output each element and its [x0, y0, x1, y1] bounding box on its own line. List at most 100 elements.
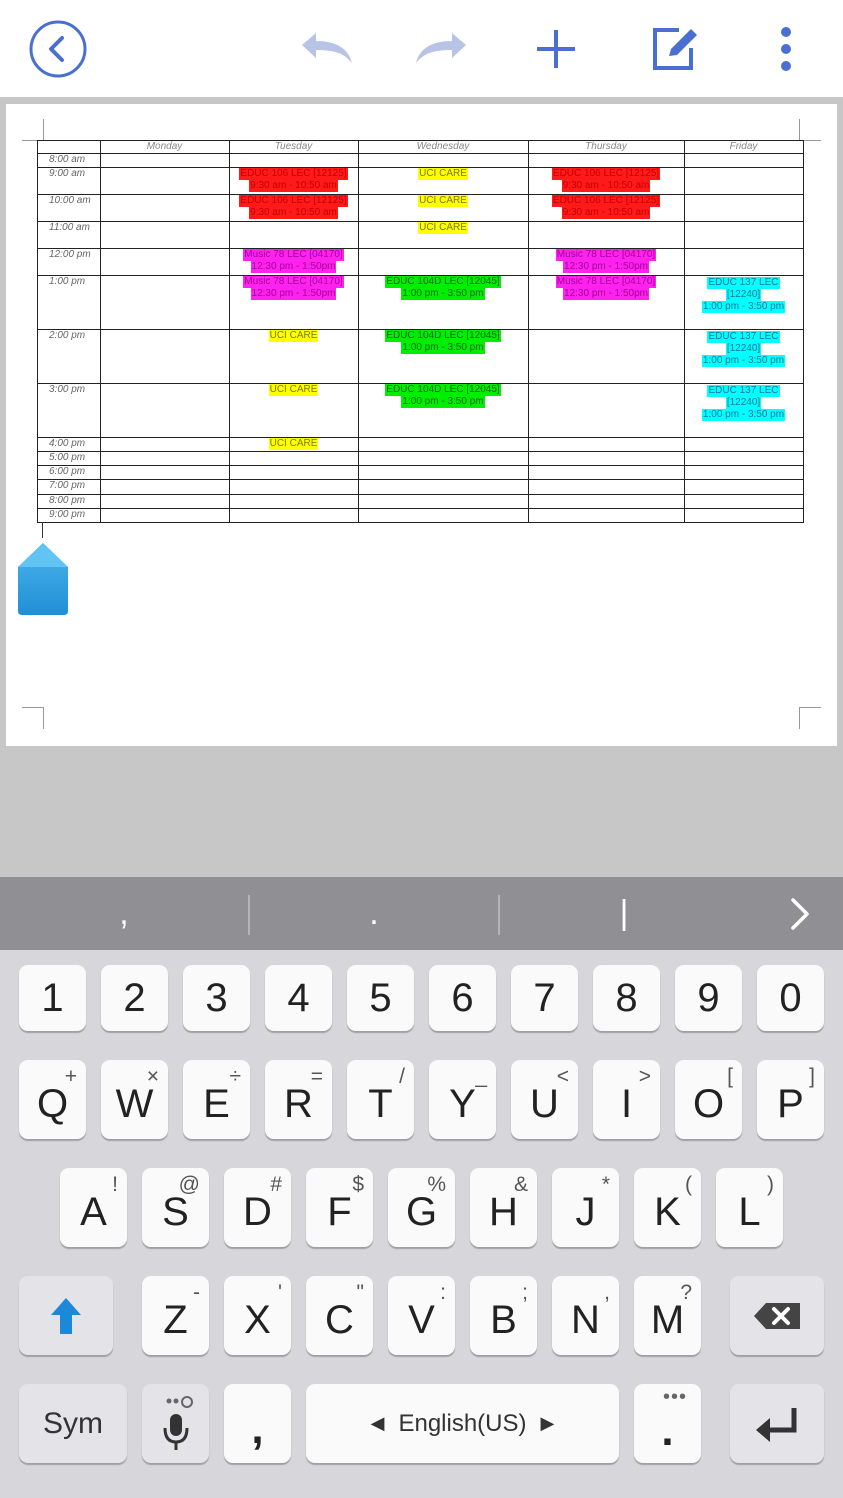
event-block[interactable]: EDUC 104D LEC [12045] 1:00 pm - 3:50 pm: [358, 330, 528, 354]
enter-icon: [756, 1407, 797, 1442]
day-header: Friday: [729, 141, 758, 152]
sym-key[interactable]: Sym: [19, 1384, 127, 1463]
microphone-icon: [163, 1395, 193, 1450]
event-block[interactable]: EDUC 104D LEC [12045] 1:00 pm - 3:50 pm: [358, 276, 528, 300]
key-k[interactable]: (K: [634, 1168, 701, 1247]
shift-key[interactable]: [19, 1276, 113, 1355]
key-b[interactable]: ; B: [470, 1276, 537, 1355]
key-z[interactable]: -Z: [142, 1276, 209, 1355]
event-block[interactable]: EDUC 137 LEC [12240] 1:00 pm - 3:50 pm: [684, 331, 803, 367]
document-area: Monday Tuesday Wednesday Thursday Friday…: [0, 97, 843, 877]
key-y[interactable]: _ Y: [429, 1060, 496, 1139]
event-block[interactable]: EDUC 137 LEC [12240] 1:00 pm - 3:50 pm: [684, 385, 803, 421]
event-block[interactable]: EDUC 137 LEC [12240] 1:00 pm - 3:50 pm: [684, 277, 803, 313]
key-e[interactable]: ÷ E: [183, 1060, 250, 1139]
event-block[interactable]: Music 78 LEC [04170] 12:30 pm - 1:50pm: [229, 276, 358, 300]
event-block[interactable]: Music 78 LEC [04170] 12:30 pm - 1:50pm: [528, 249, 684, 273]
day-header: Wednesday: [416, 141, 470, 152]
backspace-key[interactable]: [730, 1276, 824, 1355]
space-key[interactable]: ◀ English(US) ▶: [306, 1384, 619, 1463]
suggestion-item[interactable]: .: [250, 877, 498, 950]
schedule-table[interactable]: Monday Tuesday Wednesday Thursday Friday…: [37, 140, 804, 523]
shift-up-arrow-icon: [51, 1297, 81, 1334]
event-block[interactable]: Music 78 LEC [04170] 12:30 pm - 1:50pm: [229, 249, 358, 273]
more-options-button[interactable]: [755, 18, 817, 80]
event-block[interactable]: UCI CARE: [229, 384, 358, 396]
time-label: 8:00 pm: [49, 495, 86, 506]
soft-keyboard: , . | 1 2 3 4 5 6 7 8 9 0 + Q × W ÷ E = R / T…: [0, 877, 843, 1498]
key-p[interactable]: ] P: [757, 1060, 824, 1139]
event-block[interactable]: UCI CARE: [358, 222, 528, 234]
key-7[interactable]: 7: [511, 965, 578, 1031]
undo-button[interactable]: [296, 18, 358, 80]
language-prev-icon: ◀: [370, 1413, 385, 1433]
suggestion-expand-button[interactable]: [770, 877, 830, 950]
key-6[interactable]: 6: [429, 965, 496, 1031]
key-f[interactable]: $ F: [306, 1168, 373, 1247]
suggestion-item[interactable]: |: [500, 877, 748, 950]
event-block[interactable]: EDUC 106 LEC [12125] 9:30 am - 10:50 am: [528, 168, 684, 192]
key-t[interactable]: / T: [347, 1060, 414, 1139]
key-a[interactable]: ! A: [60, 1168, 127, 1247]
key-4[interactable]: 4: [265, 965, 332, 1031]
enter-key[interactable]: [730, 1384, 824, 1463]
key-8[interactable]: 8: [593, 965, 660, 1031]
key-d[interactable]: # D: [224, 1168, 291, 1247]
undo-icon: [302, 33, 352, 63]
page-corner-mark: [799, 707, 821, 729]
key-5[interactable]: 5: [347, 965, 414, 1031]
voice-input-key[interactable]: [142, 1384, 209, 1463]
day-header: Monday: [146, 141, 183, 152]
key-n[interactable]: ,N: [552, 1276, 619, 1355]
time-label: 8:00 am: [49, 154, 86, 165]
period-key[interactable]: ••• .: [634, 1384, 701, 1463]
key-h[interactable]: & H: [470, 1168, 537, 1247]
suggestion-item[interactable]: ,: [0, 877, 248, 950]
event-block[interactable]: UCI CARE: [358, 168, 528, 180]
event-block[interactable]: UCI CARE: [229, 330, 358, 342]
event-block[interactable]: EDUC 106 LEC [12125] 9:30 am - 10:50 am: [528, 195, 684, 219]
key-l[interactable]: ) L: [716, 1168, 783, 1247]
event-block[interactable]: EDUC 104D LEC [12045] 1:00 pm - 3:50 pm: [358, 384, 528, 408]
key-q[interactable]: + Q: [19, 1060, 86, 1139]
key-i[interactable]: > I: [593, 1060, 660, 1139]
top-toolbar: [0, 0, 843, 97]
redo-button[interactable]: [410, 18, 472, 80]
key-9[interactable]: 9: [675, 965, 742, 1031]
key-g[interactable]: % G: [388, 1168, 455, 1247]
key-o[interactable]: [O: [675, 1060, 742, 1139]
add-button[interactable]: [525, 18, 587, 80]
event-block[interactable]: EDUC 106 LEC [12125] 9:30 am - 10:50 am: [229, 168, 358, 192]
event-block[interactable]: UCI CARE: [358, 195, 528, 207]
key-j[interactable]: * J: [552, 1168, 619, 1247]
key-1[interactable]: 1: [19, 965, 86, 1031]
event-block[interactable]: Music 78 LEC [04170] 12:30 pm - 1:50pm: [528, 276, 684, 300]
key-3[interactable]: 3: [183, 965, 250, 1031]
key-s[interactable]: @ S: [142, 1168, 209, 1247]
day-header: Thursday: [585, 141, 627, 152]
event-block[interactable]: EDUC 106 LEC [12125] 9:30 am - 10:50 am: [229, 195, 358, 219]
key-v[interactable]: :V: [388, 1276, 455, 1355]
key-m[interactable]: ? M: [634, 1276, 701, 1355]
comma-key[interactable]: ,: [224, 1384, 291, 1463]
key-r[interactable]: = R: [265, 1060, 332, 1139]
cursor-handle-icon[interactable]: [16, 541, 70, 617]
text-cursor: [42, 522, 43, 538]
backspace-icon: [754, 1302, 800, 1329]
key-c[interactable]: " C: [306, 1276, 373, 1355]
key-x[interactable]: ' X: [224, 1276, 291, 1355]
document-page[interactable]: Monday Tuesday Wednesday Thursday Friday…: [6, 104, 837, 746]
time-label: 7:00 pm: [49, 480, 86, 491]
key-u[interactable]: < U: [511, 1060, 578, 1139]
key-2[interactable]: 2: [101, 965, 168, 1031]
event-block[interactable]: UCI CARE: [229, 438, 358, 450]
edit-button[interactable]: [643, 18, 705, 80]
key-w[interactable]: × W: [101, 1060, 168, 1139]
time-label: 11:00 am: [49, 222, 90, 233]
time-label: 6:00 pm: [49, 466, 86, 477]
back-button[interactable]: [27, 18, 89, 80]
day-header: Tuesday: [274, 141, 313, 152]
page-corner-mark: [799, 119, 821, 141]
key-0[interactable]: 0: [757, 965, 824, 1031]
time-label: 10:00 am: [49, 195, 91, 206]
